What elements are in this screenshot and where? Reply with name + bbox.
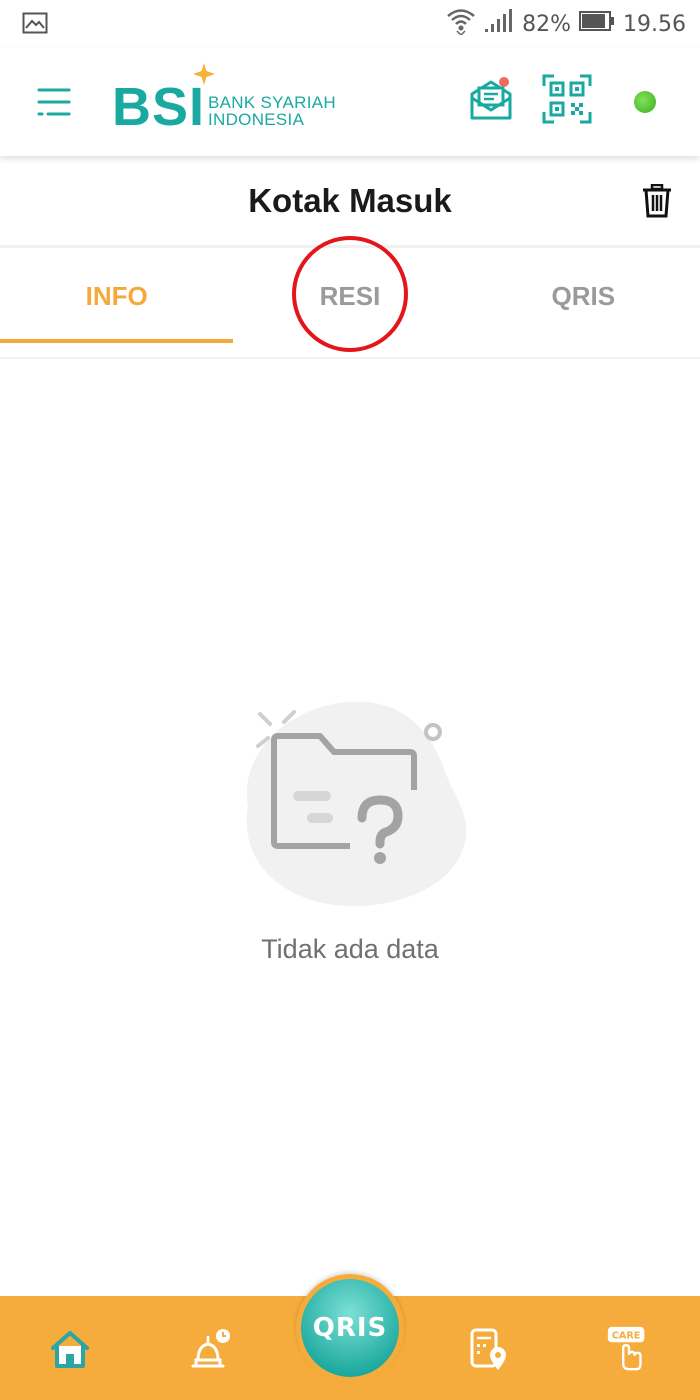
tab-qris[interactable]: QRIS — [467, 248, 700, 344]
trash-icon[interactable] — [642, 183, 672, 218]
clock: 19.56 — [623, 11, 686, 37]
tab-resi[interactable]: RESI — [233, 248, 466, 344]
logo-subtitle-line2: INDONESIA — [208, 110, 305, 129]
empty-folder-question-icon — [228, 696, 474, 912]
tab-info[interactable]: INFO — [0, 248, 234, 344]
divider — [0, 357, 700, 359]
star-icon — [192, 62, 216, 91]
logo-subtitle: BANK SYARIAH INDONESIA — [208, 94, 336, 128]
app-header: BSI BANK SYARIAH INDONESIA — [0, 48, 700, 156]
atm-location-icon[interactable] — [464, 1324, 512, 1374]
empty-state-message: Tidak ada data — [261, 934, 439, 964]
wifi-icon — [446, 7, 476, 42]
status-bar: 82% 19.56 — [0, 0, 700, 48]
bsi-logo: BSI BANK SYARIAH INDONESIA — [112, 62, 342, 142]
battery-icon — [579, 10, 615, 39]
mosque-prayer-time-icon[interactable] — [186, 1324, 234, 1374]
qris-button[interactable]: QRIS — [296, 1274, 404, 1382]
care-icon[interactable]: CARE — [604, 1324, 652, 1374]
online-status-indicator — [634, 91, 656, 113]
menu-icon[interactable] — [36, 84, 72, 120]
home-icon[interactable] — [46, 1324, 94, 1374]
mail-icon[interactable] — [468, 76, 514, 122]
page-title: Kotak Masuk — [248, 182, 452, 219]
inbox-tabs: INFO RESI QRIS — [0, 248, 700, 344]
qris-label: QRIS — [312, 1313, 388, 1343]
battery-percent: 82% — [522, 11, 572, 37]
title-bar: Kotak Masuk — [0, 156, 700, 246]
logo-subtitle-line1: BANK SYARIAH — [208, 93, 336, 112]
gallery-icon — [22, 12, 48, 39]
signal-icon — [484, 8, 514, 40]
care-label: CARE — [612, 1330, 640, 1341]
qr-code-icon[interactable] — [542, 74, 592, 124]
